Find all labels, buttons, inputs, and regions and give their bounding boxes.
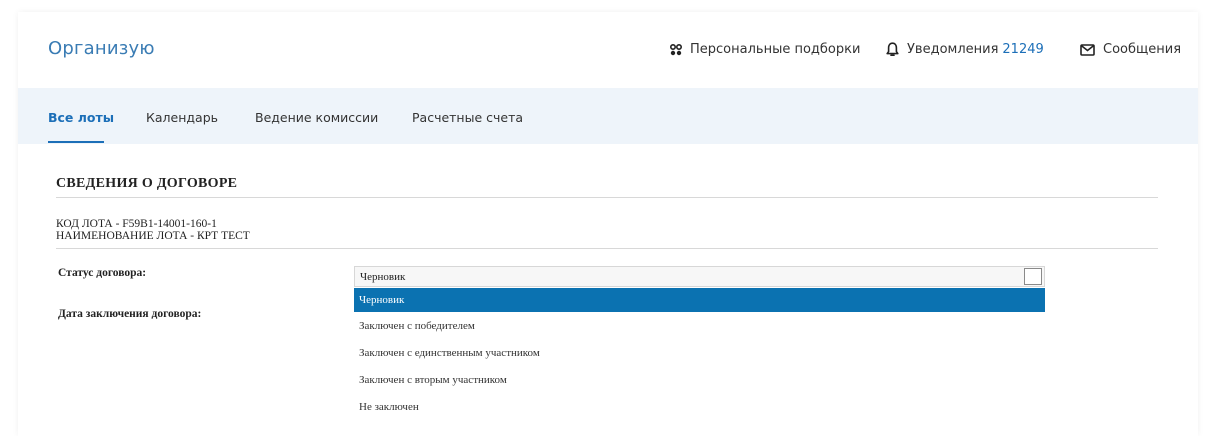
- divider: [56, 197, 1158, 198]
- bell-icon: [886, 42, 899, 56]
- tab-calendar[interactable]: Календарь: [146, 110, 218, 125]
- main-nav: Все лоты Календарь Ведение комиссии Расч…: [18, 88, 1198, 144]
- lot-info: КОД ЛОТА - F59B1-14001-160-1 НАИМЕНОВАНИ…: [56, 218, 250, 242]
- status-select-value: Черновик: [360, 271, 406, 283]
- lot-name: НАИМЕНОВАНИЕ ЛОТА - КРТ ТЕСТ: [56, 230, 250, 242]
- personal-selections-label: Персональные подборки: [690, 42, 861, 57]
- envelope-icon: [1080, 43, 1095, 56]
- messages-label: Сообщения: [1103, 42, 1182, 57]
- status-option[interactable]: Заключен с единственным участником: [354, 342, 1045, 367]
- personal-selections-link[interactable]: Персональные подборки: [670, 42, 860, 57]
- date-label: Дата заключения договора:: [58, 308, 202, 320]
- status-label: Статус договора:: [58, 267, 147, 279]
- notifications-count: 21249: [1002, 42, 1044, 57]
- brand-logo[interactable]: Организую: [48, 38, 155, 59]
- status-option[interactable]: Заключен с вторым участником: [354, 369, 1045, 394]
- lot-code: КОД ЛОТА - F59B1-14001-160-1: [56, 218, 217, 230]
- section-title: СВЕДЕНИЯ О ДОГОВОРЕ: [56, 176, 238, 191]
- status-select[interactable]: Черновик: [354, 266, 1045, 287]
- tab-commission[interactable]: Ведение комиссии: [255, 110, 378, 125]
- grid-dots-icon: [670, 43, 682, 55]
- select-toggle-box[interactable]: [1024, 268, 1042, 285]
- status-option[interactable]: Не заключен: [354, 396, 1045, 421]
- notifications-link[interactable]: Уведомления 21249: [886, 42, 1044, 57]
- messages-link[interactable]: Сообщения: [1080, 42, 1181, 57]
- tab-accounts[interactable]: Расчетные счета: [412, 110, 523, 125]
- top-header: Организую Персональные подборки Уведомле…: [18, 12, 1198, 88]
- notifications-label: Уведомления: [907, 42, 999, 57]
- tab-all-lots[interactable]: Все лоты: [48, 110, 114, 125]
- divider: [56, 248, 1158, 249]
- active-tab-indicator: [48, 141, 104, 143]
- status-option[interactable]: Заключен с победителем: [354, 315, 1045, 340]
- status-option[interactable]: Черновик: [354, 288, 1045, 312]
- page: Организую Персональные подборки Уведомле…: [18, 12, 1198, 436]
